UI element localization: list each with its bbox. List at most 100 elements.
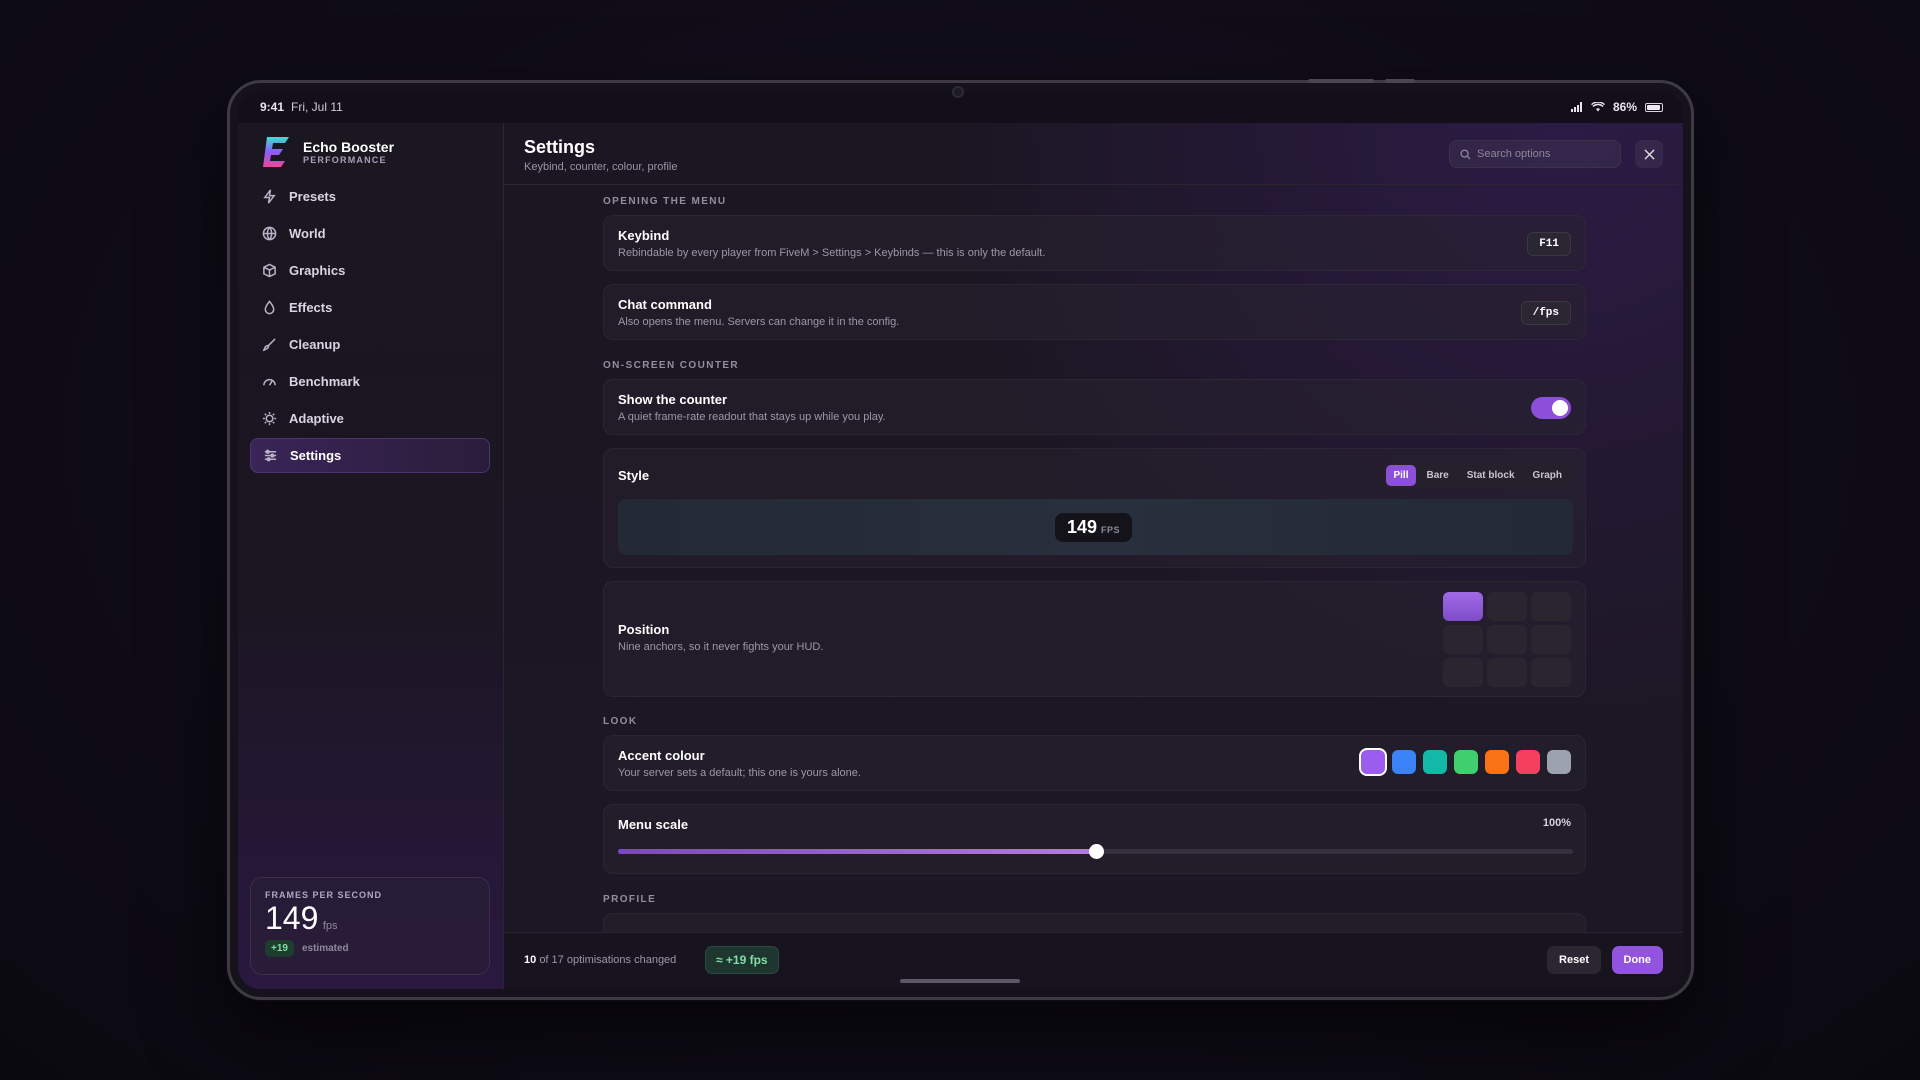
search-input[interactable] xyxy=(1477,148,1607,160)
echo-logo-icon xyxy=(263,137,289,167)
page-header: Settings Keybind, counter, colour, profi… xyxy=(504,123,1683,185)
anchor-bottom-center[interactable] xyxy=(1487,658,1527,687)
fps-unit: fps xyxy=(322,920,338,932)
style-option-bare[interactable]: Bare xyxy=(1420,465,1456,486)
sidebar-item-world[interactable]: World xyxy=(250,216,490,251)
preview-fps-value: 149 xyxy=(1067,517,1098,537)
show-counter-toggle[interactable] xyxy=(1531,397,1571,419)
anchor-bottom-left[interactable] xyxy=(1443,658,1483,687)
settings-content: OPENING THE MENU Keybind Rebindable by e… xyxy=(603,185,1586,932)
status-date: Fri, Jul 11 xyxy=(291,100,343,114)
keybind-key-button[interactable]: F11 xyxy=(1527,232,1571,256)
footer-bar: 10 of 17 optimisations changed ≈ +19 fps… xyxy=(504,932,1683,989)
anchor-top-center[interactable] xyxy=(1487,592,1527,621)
signal-icon xyxy=(1570,102,1582,112)
sidebar-item-label: World xyxy=(289,226,326,241)
sidebar-item-label: Benchmark xyxy=(289,374,360,389)
battery-icon xyxy=(1645,102,1663,112)
style-segmented-control: Pill Bare Stat block Graph xyxy=(1384,463,1571,488)
sliders-icon xyxy=(264,449,277,462)
chat-command-field[interactable]: /fps xyxy=(1520,301,1571,325)
swatch-gray[interactable] xyxy=(1547,750,1571,774)
battery-percent: 86% xyxy=(1612,100,1637,114)
fps-value: 149 xyxy=(265,900,319,936)
accent-colour-desc: Your server sets a default; this one is … xyxy=(618,767,861,779)
fps-estimate-note: estimated xyxy=(301,943,349,954)
cube-icon xyxy=(263,263,276,278)
menu-scale-title: Menu scale xyxy=(618,817,689,832)
sidebar-item-graphics[interactable]: Graphics xyxy=(250,253,490,288)
style-title: Style xyxy=(618,468,650,483)
preview-fps-unit: FPS xyxy=(1101,525,1121,535)
keybind-desc: Rebindable by every player from FiveM > … xyxy=(618,247,1046,259)
brand-subtitle: PERFORMANCE xyxy=(303,155,387,165)
anchor-middle-right[interactable] xyxy=(1531,625,1571,654)
sidebar-item-effects[interactable]: Effects xyxy=(250,290,490,325)
chat-command-title: Chat command xyxy=(618,297,712,312)
bolt-icon xyxy=(263,189,276,204)
changes-summary: 10 of 17 optimisations changed xyxy=(524,954,676,966)
wifi-icon xyxy=(1590,102,1605,112)
brand: Echo Booster PERFORMANCE xyxy=(261,135,394,169)
sidebar-item-adaptive[interactable]: Adaptive xyxy=(250,401,490,436)
search-icon xyxy=(1460,148,1471,160)
accent-colour-row: Accent colour Your server sets a default… xyxy=(603,735,1586,791)
close-button[interactable] xyxy=(1635,140,1663,168)
swatch-purple[interactable] xyxy=(1361,750,1385,774)
style-option-graph[interactable]: Graph xyxy=(1526,465,1569,486)
section-label-profile: PROFILE xyxy=(603,894,657,905)
section-label-look: LOOK xyxy=(603,716,638,727)
swatch-blue[interactable] xyxy=(1392,750,1416,774)
show-counter-title: Show the counter xyxy=(618,392,728,407)
sidebar-item-benchmark[interactable]: Benchmark xyxy=(250,364,490,399)
done-button[interactable]: Done xyxy=(1611,946,1663,974)
sidebar-item-settings[interactable]: Settings xyxy=(250,438,490,473)
slider-thumb[interactable] xyxy=(1088,844,1104,859)
status-icons: 86% xyxy=(1570,100,1663,114)
sidebar-item-label: Presets xyxy=(289,189,336,204)
anchor-middle-center[interactable] xyxy=(1487,625,1527,654)
search-box[interactable] xyxy=(1449,140,1621,168)
fps-delta-badge: +19 xyxy=(265,940,294,957)
sidebar-item-cleanup[interactable]: Cleanup xyxy=(250,327,490,362)
accent-swatches xyxy=(1361,750,1571,774)
show-counter-row: Show the counter A quiet frame-rate read… xyxy=(603,379,1586,435)
style-option-stat-block[interactable]: Stat block xyxy=(1460,465,1522,486)
sidebar-item-presets[interactable]: Presets xyxy=(250,179,490,214)
position-desc: Nine anchors, so it never fights your HU… xyxy=(618,641,824,653)
chat-command-desc: Also opens the menu. Servers can change … xyxy=(618,316,900,328)
droplet-icon xyxy=(264,300,275,315)
style-row: Style Pill Bare Stat block Graph 149 FPS xyxy=(603,448,1586,568)
gauge-icon xyxy=(263,378,276,386)
swatch-teal[interactable] xyxy=(1423,750,1447,774)
changes-count: 10 xyxy=(524,954,537,966)
section-label-opening: OPENING THE MENU xyxy=(603,196,727,207)
swatch-red[interactable] xyxy=(1516,750,1540,774)
home-indicator[interactable] xyxy=(900,979,1020,983)
main-panel: Settings Keybind, counter, colour, profi… xyxy=(504,123,1683,989)
keybind-title: Keybind xyxy=(618,228,670,243)
volume-button xyxy=(1308,79,1374,83)
anchor-bottom-right[interactable] xyxy=(1531,658,1571,687)
sidebar-item-label: Settings xyxy=(290,448,342,463)
menu-scale-slider[interactable] xyxy=(618,844,1573,859)
swatch-orange[interactable] xyxy=(1485,750,1509,774)
anchor-top-left[interactable] xyxy=(1443,592,1483,621)
sidebar-nav: Presets World Graphics Effects Cleanup B… xyxy=(250,179,490,475)
power-button xyxy=(1385,79,1415,83)
chat-command-row: Chat command Also opens the menu. Server… xyxy=(603,284,1586,340)
reset-button[interactable]: Reset xyxy=(1547,946,1601,974)
anchor-middle-left[interactable] xyxy=(1443,625,1483,654)
keybind-row: Keybind Rebindable by every player from … xyxy=(603,215,1586,271)
section-label-counter: ON-SCREEN COUNTER xyxy=(603,360,740,371)
sidebar-item-label: Graphics xyxy=(289,263,346,278)
sun-icon xyxy=(262,411,277,426)
sidebar: Echo Booster PERFORMANCE Presets World G… xyxy=(238,123,504,989)
status-time: 9:41 xyxy=(260,100,285,114)
anchor-top-right[interactable] xyxy=(1531,592,1571,621)
camera-icon xyxy=(952,86,964,98)
menu-scale-row: Menu scale 100% xyxy=(603,804,1586,874)
fps-card-label: FRAMES PER SECOND xyxy=(265,890,383,900)
style-option-pill[interactable]: Pill xyxy=(1386,465,1416,486)
swatch-green[interactable] xyxy=(1454,750,1478,774)
